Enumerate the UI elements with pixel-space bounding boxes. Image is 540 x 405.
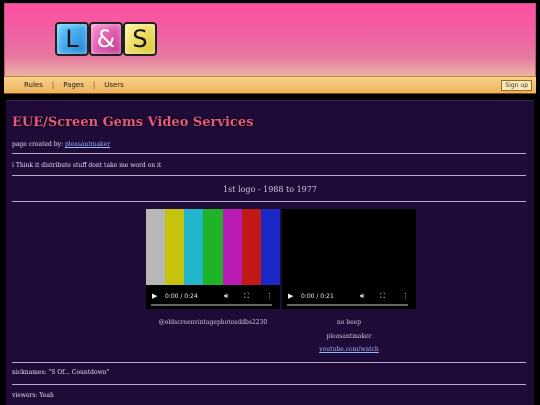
divider	[12, 384, 526, 385]
more-vert-icon[interactable]: ⋮	[266, 292, 273, 300]
section-title: 1st logo - 1988 to 1977	[223, 185, 317, 194]
color-bar-0	[146, 209, 166, 285]
site-logo[interactable]: L & S	[55, 22, 157, 56]
color-bar-1	[165, 209, 185, 285]
logo-tile-l: L	[55, 22, 89, 56]
video-player-2[interactable]: ▶ 0:00 / 0:21 🔊︎ ⛶ ⋮	[282, 209, 416, 309]
page-credit: page created by: pleasantmaker	[12, 141, 110, 148]
play-icon[interactable]: ▶	[152, 292, 157, 300]
credit-label: page created by:	[12, 141, 64, 148]
color-bar-3	[203, 209, 223, 285]
divider	[12, 201, 526, 202]
nav-users[interactable]: Users	[95, 81, 133, 89]
video-controls: ▶ 0:00 / 0:21 🔊︎ ⛶ ⋮	[282, 287, 416, 309]
video-time: 0:00 / 0:24	[165, 293, 198, 300]
volume-icon[interactable]: 🔊︎	[224, 292, 228, 301]
divider	[12, 362, 526, 363]
signup-button[interactable]: Sign up	[501, 80, 532, 91]
seek-bar[interactable]	[287, 304, 408, 306]
video-time: 0:00 / 0:21	[301, 293, 334, 300]
volume-icon[interactable]: 🔊︎	[360, 292, 364, 301]
divider	[12, 153, 526, 154]
video-controls: ▶ 0:00 / 0:24 🔊︎ ⛶ ⋮	[146, 287, 280, 309]
credit-user-link[interactable]: pleasantmaker	[65, 141, 110, 148]
divider	[12, 175, 526, 176]
nav-rules[interactable]: Rules	[4, 81, 52, 89]
fullscreen-icon[interactable]: ⛶	[380, 292, 385, 301]
video-2-caption: no beep	[336, 319, 362, 326]
nav-pages[interactable]: Pages	[54, 81, 93, 89]
seek-bar[interactable]	[151, 304, 272, 306]
color-bar-5	[241, 209, 261, 285]
play-icon[interactable]: ▶	[288, 292, 293, 300]
logo-tile-ampersand: &	[89, 22, 123, 56]
nicknames-text: nicknames: "S Of... Countdown"	[12, 369, 110, 376]
color-bar-4	[222, 209, 242, 285]
top-nav: Rules | Pages | Users Sign up	[4, 76, 536, 94]
page-content: EUE/Screen Gems Video Services page crea…	[6, 100, 534, 405]
color-bar-2	[184, 209, 204, 285]
fullscreen-icon[interactable]: ⛶	[244, 292, 249, 301]
logo-tile-s: S	[123, 22, 157, 56]
page-title: EUE/Screen Gems Video Services	[12, 115, 254, 130]
more-vert-icon[interactable]: ⋮	[402, 292, 409, 300]
video-2-author: pleasantmaker	[326, 333, 372, 340]
video-player-1[interactable]: ▶ 0:00 / 0:24 🔊︎ ⛶ ⋮	[146, 209, 280, 309]
color-bars	[146, 209, 280, 285]
video-1-caption: @oldscreenvintagephotosddbs2230	[158, 319, 268, 326]
video-2-link[interactable]: youtube.com/watch	[282, 346, 416, 353]
viewers-text: viewers: Yeah	[12, 392, 54, 399]
page-note: i Think it distribute stuff dont take me…	[12, 162, 162, 169]
color-bar-6	[260, 209, 280, 285]
